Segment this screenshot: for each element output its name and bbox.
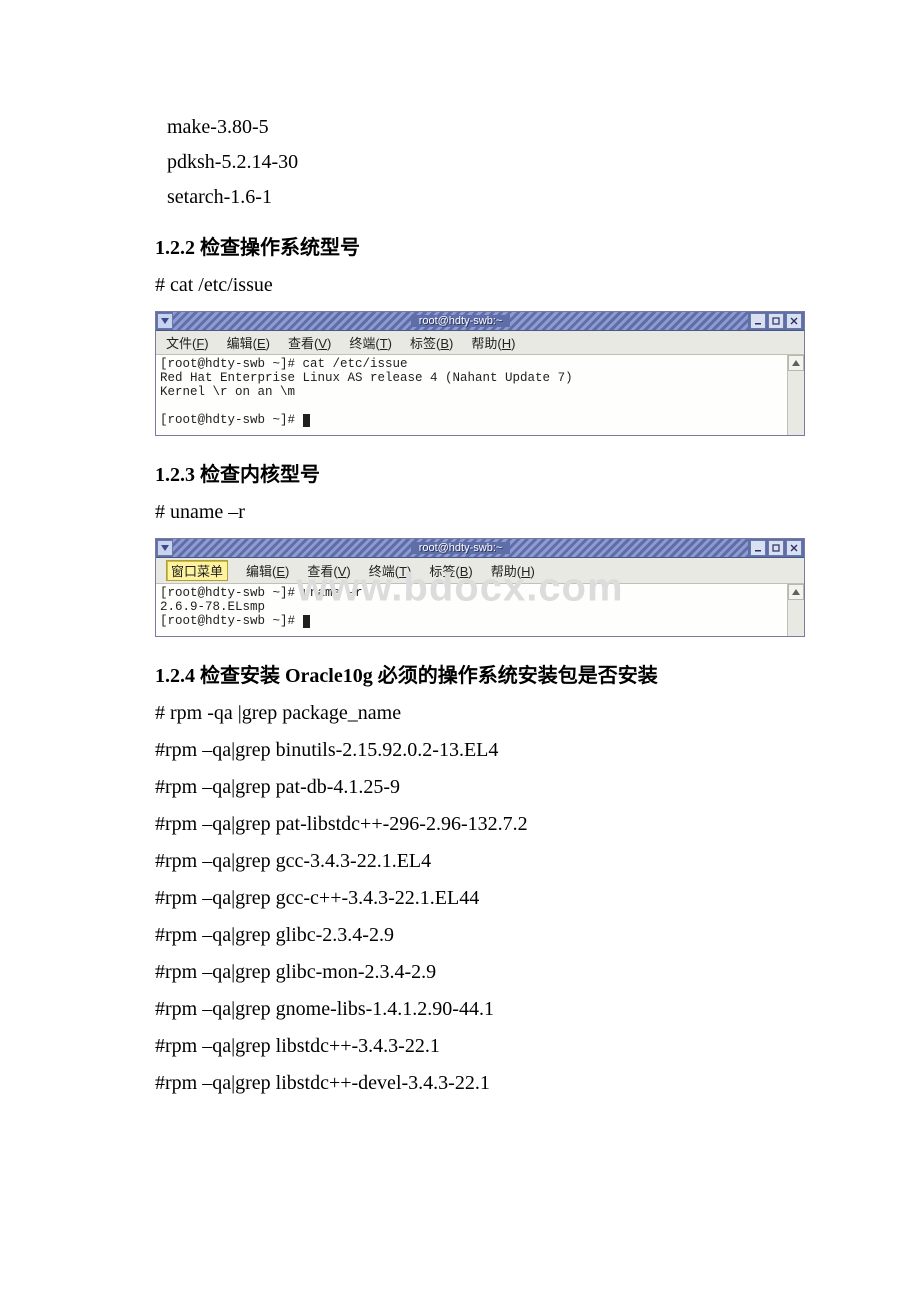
rpm-cmd: #rpm –qa|grep gnome-libs-1.4.1.2.90-44.1 (155, 998, 765, 1021)
window-menu-dropdown[interactable] (157, 540, 173, 556)
heading-1-2-3: 1.2.3 检查内核型号 (155, 458, 765, 487)
term-line: [root@hdty-swb ~]# uname -r (160, 586, 363, 600)
rpm-cmd: #rpm –qa|grep pat-db-4.1.25-9 (155, 776, 765, 799)
rpm-cmd: #rpm –qa|grep glibc-2.3.4-2.9 (155, 924, 765, 947)
term-line: Red Hat Enterprise Linux AS release 4 (N… (160, 371, 573, 385)
bullet-setarch: setarch-1.6-1 (155, 186, 765, 209)
terminal-window-2: root@hdty-swb:~ 窗口菜单 编辑(E) 查看(V) 终端(T) 标… (155, 538, 805, 637)
minimize-icon (754, 317, 762, 325)
terminal-text[interactable]: [root@hdty-swb ~]# uname -r 2.6.9-78.ELs… (156, 584, 787, 636)
term-line: [root@hdty-swb ~]# (160, 614, 303, 628)
close-button[interactable] (786, 313, 802, 329)
command-cat-issue: # cat /etc/issue (155, 274, 765, 297)
bullet-text: make-3.80-5 (167, 116, 269, 138)
menu-view[interactable]: 查看(V) (288, 333, 331, 352)
window-menu-dropdown[interactable] (157, 313, 173, 329)
cursor-icon (303, 615, 310, 628)
scroll-track[interactable] (788, 371, 804, 435)
titlebar: root@hdty-swb:~ (156, 539, 804, 558)
minimize-button[interactable] (750, 540, 766, 556)
window-buttons (748, 312, 804, 330)
command-rpm-qa: # rpm -qa |grep package_name (155, 702, 765, 725)
scroll-up-button[interactable] (788, 355, 804, 371)
maximize-button[interactable] (768, 540, 784, 556)
cursor-icon (303, 414, 310, 427)
scroll-up-button[interactable] (788, 584, 804, 600)
rpm-cmd: #rpm –qa|grep gcc-3.4.3-22.1.EL4 (155, 850, 765, 873)
menu-help[interactable]: 帮助(H) (491, 561, 535, 580)
bullet-text: pdksh-5.2.14-30 (167, 151, 298, 173)
terminal-body: [root@hdty-swb ~]# cat /etc/issue Red Ha… (156, 355, 804, 435)
window-title: root@hdty-swb:~ (411, 315, 511, 327)
close-icon (790, 317, 798, 325)
terminal-2-wrap: root@hdty-swb:~ 窗口菜单 编辑(E) 查看(V) 终端(T) 标… (155, 538, 765, 637)
bullet-text: setarch-1.6-1 (167, 186, 272, 208)
menu-edit[interactable]: 编辑(E) (227, 333, 270, 352)
term-line: Kernel \r on an \m (160, 385, 295, 399)
window-buttons (748, 539, 804, 557)
terminal-body: [root@hdty-swb ~]# uname -r 2.6.9-78.ELs… (156, 584, 804, 636)
command-uname-r: # uname –r (155, 501, 765, 524)
menu-tabs[interactable]: 标签(B) (429, 561, 472, 580)
scroll-track[interactable] (788, 600, 804, 636)
chevron-down-icon (161, 318, 169, 324)
rpm-cmd: #rpm –qa|grep binutils-2.15.92.0.2-13.EL… (155, 739, 765, 762)
scrollbar[interactable] (787, 584, 804, 636)
titlebar: root@hdty-swb:~ (156, 312, 804, 331)
heading-1-2-2: 1.2.2 检查操作系统型号 (155, 231, 765, 260)
minimize-icon (754, 544, 762, 552)
bullet-make: make-3.80-5 (155, 116, 765, 139)
titlebar-drag-area[interactable]: root@hdty-swb:~ (173, 539, 748, 557)
menu-view[interactable]: 查看(V) (307, 561, 350, 580)
terminal-window-1: root@hdty-swb:~ 文件(F) 编辑(E) 查看(V) 终端(T) … (155, 311, 805, 436)
rpm-cmd: #rpm –qa|grep gcc-c++-3.4.3-22.1.EL44 (155, 887, 765, 910)
maximize-icon (772, 317, 780, 325)
document-page: make-3.80-5 pdksh-5.2.14-30 setarch-1.6-… (0, 0, 920, 1149)
close-button[interactable] (786, 540, 802, 556)
maximize-icon (772, 544, 780, 552)
term-line: [root@hdty-swb ~]# (160, 413, 303, 427)
menu-edit[interactable]: 编辑(E) (246, 561, 289, 580)
maximize-button[interactable] (768, 313, 784, 329)
rpm-cmd: #rpm –qa|grep libstdc++-3.4.3-22.1 (155, 1035, 765, 1058)
bullet-pdksh: pdksh-5.2.14-30 (155, 151, 765, 174)
chevron-down-icon (161, 545, 169, 551)
term-line: 2.6.9-78.ELsmp (160, 600, 265, 614)
menu-tabs[interactable]: 标签(B) (410, 333, 453, 352)
chevron-up-icon (792, 589, 800, 595)
menu-file[interactable]: 文件(F) (166, 333, 209, 352)
menu-terminal[interactable]: 终端(T) (369, 561, 412, 580)
rpm-cmd: #rpm –qa|grep glibc-mon-2.3.4-2.9 (155, 961, 765, 984)
minimize-button[interactable] (750, 313, 766, 329)
window-menu-button[interactable]: 窗口菜单 (166, 560, 228, 581)
scrollbar[interactable] (787, 355, 804, 435)
titlebar-drag-area[interactable]: root@hdty-swb:~ (173, 312, 748, 330)
rpm-cmd: #rpm –qa|grep libstdc++-devel-3.4.3-22.1 (155, 1072, 765, 1095)
term-line: [root@hdty-swb ~]# cat /etc/issue (160, 357, 408, 371)
menu-help[interactable]: 帮助(H) (471, 333, 515, 352)
terminal-text[interactable]: [root@hdty-swb ~]# cat /etc/issue Red Ha… (156, 355, 787, 435)
heading-1-2-4: 1.2.4 检查安装 Oracle10g 必须的操作系统安装包是否安装 (155, 659, 765, 688)
close-icon (790, 544, 798, 552)
window-title: root@hdty-swb:~ (411, 542, 511, 554)
chevron-up-icon (792, 360, 800, 366)
menu-terminal[interactable]: 终端(T) (349, 333, 392, 352)
menubar: 窗口菜单 编辑(E) 查看(V) 终端(T) 标签(B) 帮助(H) (156, 558, 804, 584)
menubar: 文件(F) 编辑(E) 查看(V) 终端(T) 标签(B) 帮助(H) (156, 331, 804, 355)
rpm-cmd: #rpm –qa|grep pat-libstdc++-296-2.96-132… (155, 813, 765, 836)
